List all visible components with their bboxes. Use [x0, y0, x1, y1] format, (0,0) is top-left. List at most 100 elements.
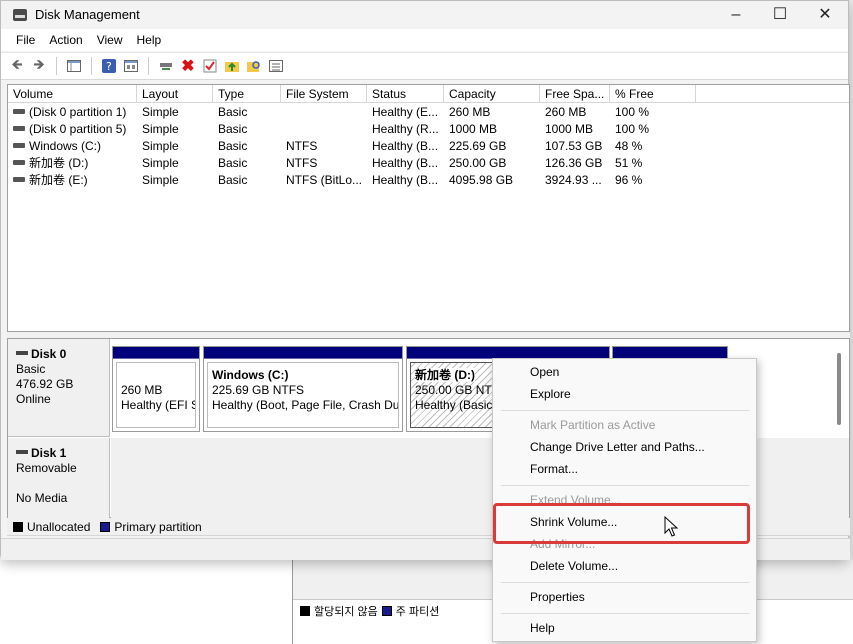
minimize-button[interactable]: – [713, 1, 759, 29]
layout-cell: Simple [142, 139, 179, 153]
partition-efi[interactable]: 260 MB Healthy (EFI Sy [112, 346, 200, 432]
file-system-cell [281, 121, 367, 138]
partition-c[interactable]: Windows (C:) 225.69 GB NTFS Healthy (Boo… [203, 346, 403, 432]
back-icon[interactable]: 🡸 [7, 56, 27, 76]
type-cell: Basic [218, 173, 248, 187]
forward-icon[interactable]: 🡺 [29, 56, 49, 76]
close-button[interactable]: ✕ [802, 1, 848, 29]
primary-swatch [100, 521, 111, 532]
column-header-free-space[interactable]: Free Spa... [540, 85, 610, 103]
status-cell: Healthy (R... [372, 122, 439, 136]
connect-icon[interactable] [156, 56, 176, 76]
column-header-capacity[interactable]: Capacity [444, 85, 540, 103]
delete-icon[interactable]: ✖ [178, 56, 198, 76]
volume-cell: Windows (C:) [8, 138, 137, 155]
menu-item-delete-volume[interactable]: Delete Volume... [530, 559, 618, 574]
title-bar[interactable]: Disk Management – ☐ ✕ [1, 1, 848, 29]
disk-0-size: 476.92 GB [16, 377, 74, 391]
context-menu: Open Explore Mark Partition as Active Ch… [492, 358, 757, 642]
column-header-file-system[interactable]: File System [281, 85, 367, 103]
type-cell: Basic [218, 139, 248, 153]
volume-name: (Disk 0 partition 1) [29, 105, 127, 119]
disk-icon [16, 449, 28, 454]
disk-1-label[interactable]: Disk 1 Removable No Media [8, 438, 110, 518]
toolbar-separator [56, 57, 57, 75]
toolbar: 🡸 🡺 ? ✖ [1, 52, 848, 80]
type-cell: Basic [218, 156, 248, 170]
menu-item-open[interactable]: Open [530, 365, 559, 380]
legend-primary: Primary partition [114, 519, 202, 534]
menu-item-explore[interactable]: Explore [530, 387, 571, 402]
check-icon[interactable] [200, 56, 220, 76]
disk-icon [16, 350, 28, 355]
free-space-cell: 3924.93 ... [545, 173, 602, 187]
partition-status: Healthy (EFI Sy [121, 398, 195, 412]
menu-item-help[interactable]: Help [530, 621, 555, 636]
percent-free-cell: 96 % [615, 173, 643, 187]
volume-cell: 新加卷 (D:) [8, 155, 137, 172]
volume-cell: (Disk 0 partition 5) [8, 121, 137, 138]
toolbar-separator [148, 57, 149, 75]
menu-action[interactable]: Action [42, 33, 89, 47]
disk-1-type: Removable [16, 461, 77, 475]
properties-icon[interactable] [121, 56, 141, 76]
type-cell: Basic [218, 122, 248, 136]
percent-free-cell: 100 % [615, 122, 650, 136]
capacity-cell: 225.69 GB [449, 139, 507, 153]
maximize-button[interactable]: ☐ [757, 1, 803, 29]
volume-cell: (Disk 0 partition 1) [8, 104, 137, 121]
status-cell: Healthy (B... [372, 173, 439, 187]
volume-cell: 新加卷 (E:) [8, 172, 137, 189]
primary-partition-bar [204, 347, 402, 359]
partition-status: Healthy (Boot, Page File, Crash Dun [212, 398, 399, 412]
disk-pane-scrollbar[interactable] [837, 353, 841, 425]
table-row[interactable]: (Disk 0 partition 1) Simple Basic Health… [8, 104, 849, 121]
help-icon[interactable]: ? [99, 56, 119, 76]
unallocated-swatch [13, 521, 23, 532]
type-cell: Basic [218, 105, 248, 119]
table-row[interactable]: 新加卷 (D:) Simple Basic NTFS Healthy (B...… [8, 155, 849, 172]
background-legend: 할당되지 않음 주 파티션 [300, 604, 439, 618]
search-icon[interactable] [244, 56, 264, 76]
capacity-cell: 4095.98 GB [449, 173, 514, 187]
column-header-layout[interactable]: Layout [137, 85, 213, 103]
percent-free-cell: 51 % [615, 156, 643, 170]
table-row[interactable]: 新加卷 (E:) Simple Basic NTFS (BitLo... Hea… [8, 172, 849, 189]
drive-icon [13, 160, 25, 166]
new-folder-icon[interactable] [222, 56, 242, 76]
volume-list: Volume Layout Type File System Status Ca… [7, 84, 850, 332]
menu-separator [501, 582, 749, 583]
console-tree-icon[interactable] [64, 56, 84, 76]
menu-file[interactable]: File [9, 33, 42, 47]
column-header-volume[interactable]: Volume [8, 85, 137, 103]
toolbar-separator [91, 57, 92, 75]
disk-0-label[interactable]: Disk 0 Basic 476.92 GB Online [8, 339, 110, 437]
volume-name: 新加卷 (D:) [29, 156, 89, 170]
table-row[interactable]: Windows (C:) Simple Basic NTFS Healthy (… [8, 138, 849, 155]
status-cell: Healthy (E... [372, 105, 439, 119]
svg-text:?: ? [106, 60, 112, 73]
primary-swatch [381, 606, 392, 616]
menu-separator [501, 410, 749, 411]
menu-item-change-drive-letter[interactable]: Change Drive Letter and Paths... [530, 440, 705, 455]
menu-item-properties[interactable]: Properties [530, 590, 585, 605]
status-cell: Healthy (B... [372, 156, 439, 170]
table-row[interactable]: (Disk 0 partition 5) Simple Basic Health… [8, 121, 849, 138]
list-icon[interactable] [266, 56, 286, 76]
menu-separator [501, 485, 749, 486]
menu-item-format[interactable]: Format... [530, 462, 578, 477]
layout-cell: Simple [142, 173, 179, 187]
percent-free-cell: 100 % [615, 105, 650, 119]
menu-separator [501, 613, 749, 614]
volume-name: Windows (C:) [29, 139, 102, 153]
menu-view[interactable]: View [90, 33, 130, 47]
column-header-percent-free[interactable]: % Free [610, 85, 696, 103]
menu-bar: File Action View Help [1, 29, 848, 51]
disk-0-status: Online [16, 392, 51, 406]
menu-help[interactable]: Help [130, 33, 169, 47]
column-header-type[interactable]: Type [213, 85, 281, 103]
column-header-status[interactable]: Status [367, 85, 444, 103]
drive-icon [13, 109, 25, 115]
file-system-cell: NTFS [286, 139, 318, 153]
free-space-cell: 260 MB [545, 105, 587, 119]
